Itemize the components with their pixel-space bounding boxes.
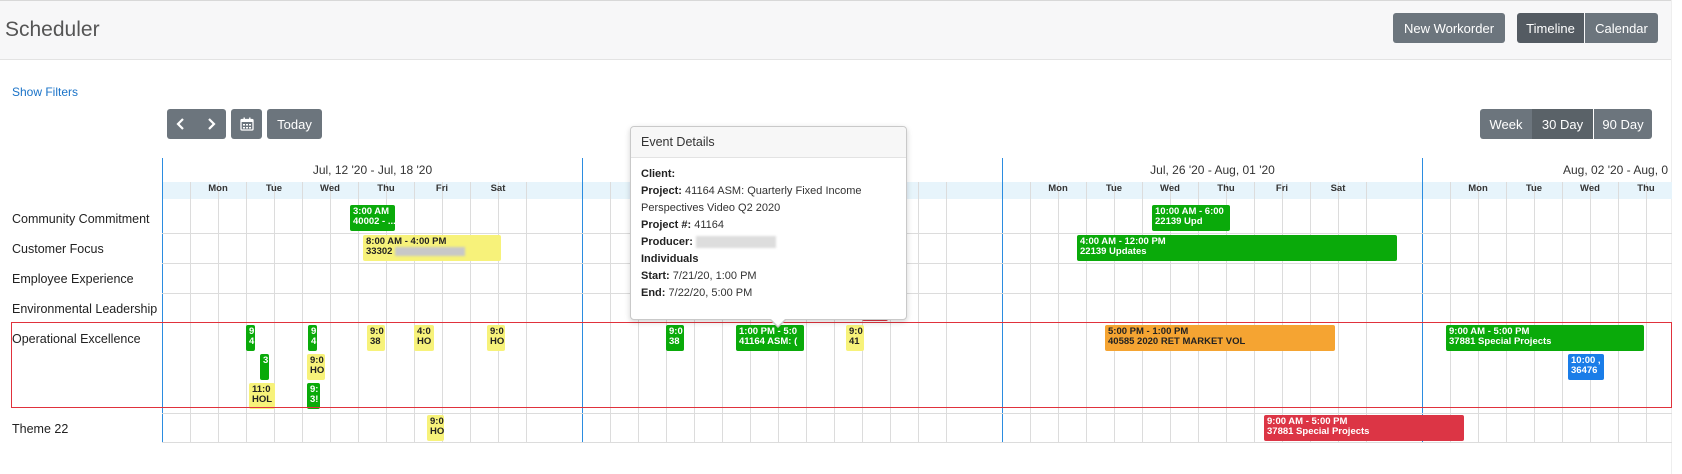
day-name: Tue <box>265 183 283 194</box>
row-divider <box>162 293 1672 294</box>
date-picker-button[interactable] <box>231 109 262 139</box>
day-name: Mon <box>208 183 228 194</box>
row-label-environmental-leadership: Environmental Leadership <box>12 302 158 316</box>
row-label-theme-22: Theme 22 <box>12 422 69 436</box>
week-header: Aug, 02 '20 - Aug, 0 <box>1422 158 1672 182</box>
day-name: Thu <box>377 183 395 194</box>
day-name: Thu <box>1637 183 1655 194</box>
popover-arrow <box>769 318 787 328</box>
timeline-view-button[interactable]: Timeline <box>1517 13 1584 43</box>
row-divider <box>162 263 1672 264</box>
page-scrollbar[interactable] <box>1671 0 1682 474</box>
chevron-left-icon <box>176 118 184 130</box>
app-title: Scheduler <box>5 18 100 41</box>
day-name: Sat <box>490 183 506 194</box>
popover-client: Client: <box>641 168 676 180</box>
day-name: Fri <box>1275 183 1289 194</box>
event-bar[interactable]: 9:0 HO <box>427 415 444 441</box>
popover-title: Event Details <box>631 127 906 158</box>
event-details-popover: Event Details Client: Project: 41164 ASM… <box>630 126 907 328</box>
row-label-customer-focus: Customer Focus <box>12 242 104 256</box>
day-name: Wed <box>320 183 340 194</box>
day-name: Tue <box>1105 183 1123 194</box>
next-button[interactable] <box>195 109 226 139</box>
popover-project-number: Project #: 41164 <box>641 219 724 231</box>
row-divider <box>162 442 1672 443</box>
row-label-community-commitment: Community Commitment <box>12 212 150 226</box>
week-range-button[interactable]: Week <box>1480 109 1532 139</box>
calendar-icon <box>239 117 254 131</box>
event-bar[interactable]: 3:00 AM 40002 - ... <box>350 205 395 231</box>
row-label-employee-experience: Employee Experience <box>12 272 134 286</box>
row-divider <box>162 233 1672 234</box>
day-name: Fri <box>435 183 449 194</box>
day-name: Sat <box>1330 183 1346 194</box>
event-bar[interactable]: 10:00 AM - 6:00 22139 Upd <box>1152 205 1230 231</box>
event-bar[interactable]: 4:00 AM - 12:00 PM 22139 Updates <box>1077 235 1397 261</box>
day-name: Wed <box>1580 183 1600 194</box>
day-name: Tue <box>1525 183 1543 194</box>
day-name: Wed <box>1160 183 1180 194</box>
90-day-range-button[interactable]: 90 Day <box>1594 109 1652 139</box>
prev-button[interactable] <box>167 109 195 139</box>
show-filters-link[interactable]: Show Filters <box>12 85 78 99</box>
week-header: Jul, 26 '20 - Aug, 01 '20 <box>1002 158 1422 182</box>
popover-project: Project: 41164 ASM: Quarterly Fixed Inco… <box>641 185 862 214</box>
chevron-right-icon <box>207 118 216 130</box>
day-name: Mon <box>1468 183 1488 194</box>
calendar-view-button[interactable]: Calendar <box>1585 13 1658 43</box>
selected-row-outline <box>11 322 1672 408</box>
day-name: Mon <box>1048 183 1068 194</box>
popover-start: Start: 7/21/20, 1:00 PM <box>641 270 757 282</box>
popover-producer: Producer: <box>641 234 896 251</box>
week-header: Jul, 12 '20 - Jul, 18 '20 <box>162 158 582 182</box>
30-day-range-button[interactable]: 30 Day <box>1532 109 1593 139</box>
day-name: Thu <box>1217 183 1235 194</box>
row-divider <box>162 413 1672 414</box>
new-workorder-button[interactable]: New Workorder <box>1393 13 1505 43</box>
popover-individuals: Individuals <box>641 253 699 265</box>
popover-end: End: 7/22/20, 5:00 PM <box>641 287 753 299</box>
today-button[interactable]: Today <box>267 109 322 139</box>
event-bar[interactable]: 9:00 AM - 5:00 PM 37881 Special Projects <box>1264 415 1464 441</box>
event-bar[interactable]: 8:00 AM - 4:00 PM 33302 <box>363 235 501 261</box>
